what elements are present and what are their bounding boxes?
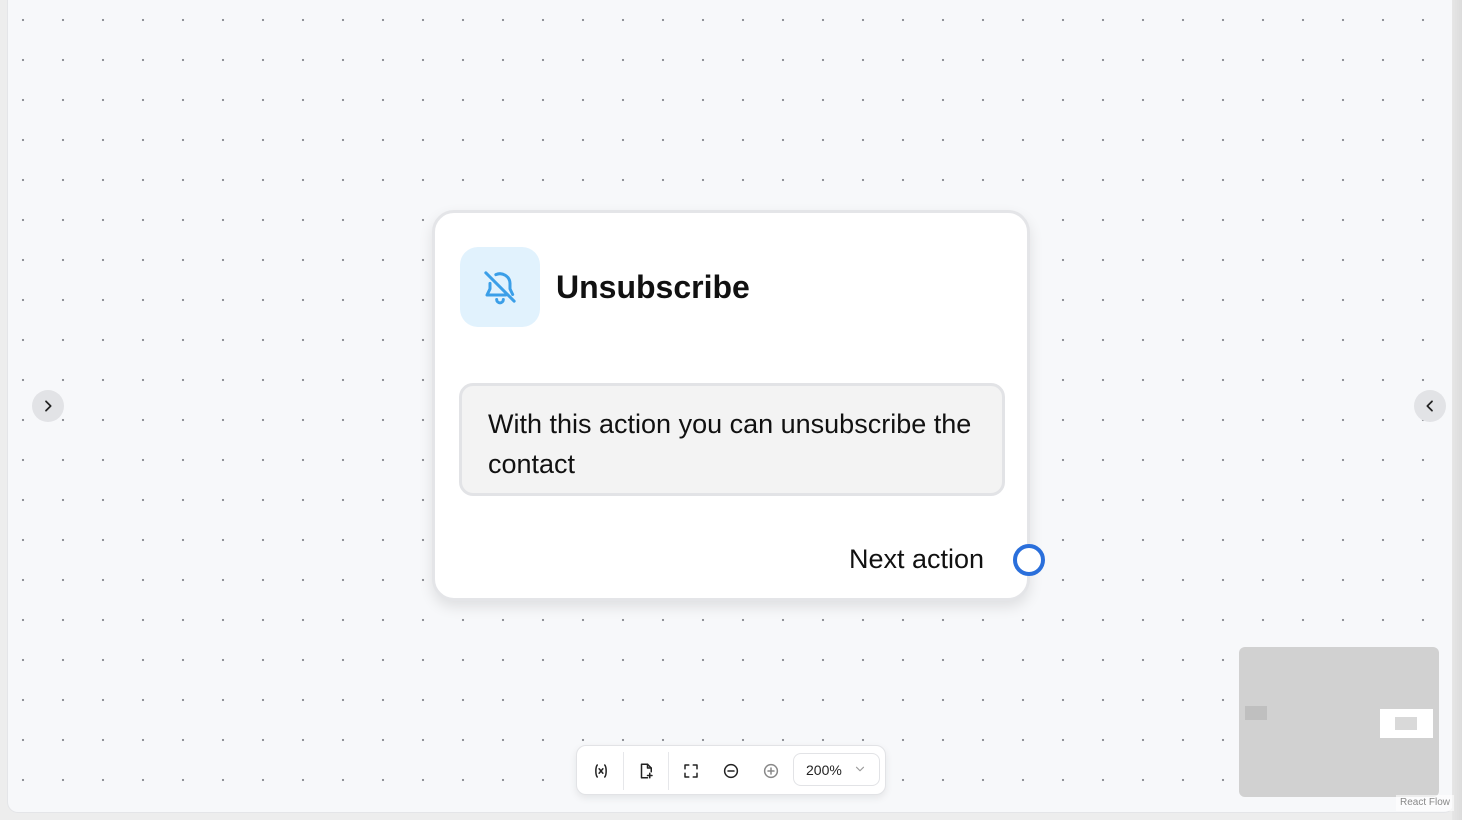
zoom-in-icon (763, 763, 779, 779)
chevron-left-icon (1426, 400, 1433, 412)
variables-button[interactable] (587, 757, 615, 785)
minimap-viewport-node (1395, 717, 1417, 730)
toolbar-divider (668, 752, 669, 790)
unsubscribe-node[interactable]: Unsubscribe With this action you can uns… (432, 210, 1045, 601)
next-action-handle[interactable] (1013, 544, 1045, 576)
expand-left-panel-button[interactable] (32, 390, 64, 422)
variable-icon (595, 764, 607, 778)
zoom-level-value: 200% (806, 761, 842, 778)
chevron-right-icon (45, 400, 52, 412)
expand-right-panel-button[interactable] (1414, 390, 1446, 422)
zoom-in-button[interactable] (757, 757, 785, 785)
chevron-down-icon (855, 766, 865, 772)
canvas-toolbar: 200% (576, 745, 886, 795)
window-edge (1452, 0, 1462, 820)
zoom-level-select[interactable]: 200% (793, 753, 880, 786)
node-title: Unsubscribe (556, 269, 750, 305)
toolbar-divider (623, 752, 624, 790)
react-flow-attribution[interactable]: React Flow (1396, 795, 1454, 811)
bell-off-icon (484, 271, 516, 305)
zoom-out-icon (723, 763, 739, 779)
minimap[interactable] (1239, 647, 1439, 797)
minimap-viewport[interactable] (1380, 709, 1433, 738)
zoom-out-button[interactable] (717, 757, 745, 785)
minimap-node (1245, 706, 1267, 720)
node-description: With this action you can unsubscribe the… (459, 383, 1005, 496)
add-file-button[interactable] (632, 757, 660, 785)
file-plus-icon (640, 763, 653, 779)
next-action-label: Next action (849, 544, 985, 574)
node-icon-badge (460, 247, 540, 327)
fullscreen-icon (684, 764, 698, 778)
fit-view-button[interactable] (677, 757, 705, 785)
